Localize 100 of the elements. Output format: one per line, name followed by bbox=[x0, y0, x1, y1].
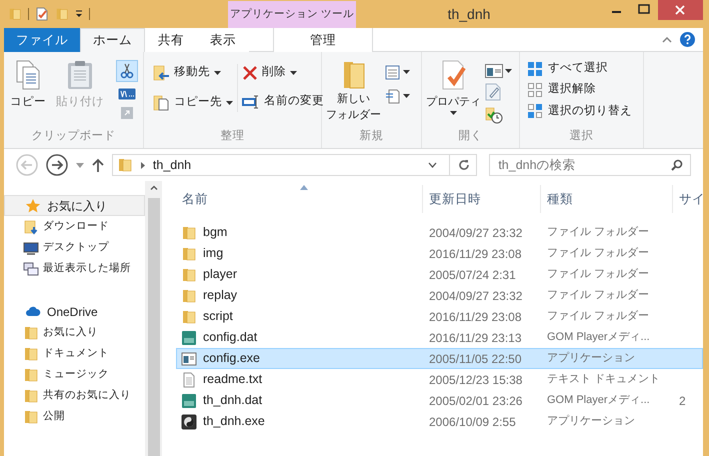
file-type: GOM Playerメディ... bbox=[546, 393, 651, 408]
star-icon bbox=[25, 198, 41, 214]
select-option-button[interactable]: 選択解除 bbox=[528, 81, 635, 98]
scroll-up-icon[interactable] bbox=[150, 185, 158, 190]
context-tab-header: アプリケーション ツール bbox=[228, 1, 356, 28]
file-type: アプリケーション bbox=[546, 414, 636, 430]
file-type: GOM Playerメディ... bbox=[546, 330, 651, 346]
ribbon-tab[interactable]: 管理 bbox=[273, 28, 373, 52]
new-item-icon[interactable] bbox=[385, 64, 401, 80]
properties-button[interactable]: プロパティ bbox=[426, 60, 481, 114]
rename-button[interactable]: 名前の変更 bbox=[242, 93, 324, 110]
forward-icon[interactable] bbox=[46, 154, 68, 176]
history-icon[interactable] bbox=[485, 106, 503, 124]
file-row[interactable]: img 2016/11/29 23:08 ファイル フォルダー bbox=[176, 243, 703, 264]
folder-icon bbox=[23, 324, 39, 340]
up-arrow-icon[interactable] bbox=[92, 158, 104, 172]
copy-icon bbox=[16, 60, 40, 90]
text-file-icon bbox=[181, 372, 197, 388]
column-header[interactable]: 更新日時 bbox=[422, 185, 540, 213]
ribbon-tab[interactable]: ホーム bbox=[80, 28, 145, 52]
window-title: th_dnh bbox=[448, 4, 490, 24]
refresh-icon[interactable] bbox=[458, 159, 470, 171]
file-name: config.exe bbox=[203, 350, 260, 368]
modified-date: 2005/07/24 2:31 bbox=[428, 266, 517, 284]
new-folder-icon bbox=[55, 7, 69, 21]
help-icon[interactable] bbox=[680, 32, 695, 47]
folder-icon bbox=[116, 157, 133, 173]
modified-date: 2005/02/01 23:26 bbox=[428, 392, 524, 410]
file-name: replay bbox=[203, 287, 238, 304]
address-bar[interactable]: th_dnh bbox=[112, 154, 478, 176]
caret-icon bbox=[505, 69, 512, 73]
navigation-item[interactable]: デスクトップ bbox=[4, 237, 145, 258]
folder-icon bbox=[181, 288, 197, 304]
search-icon bbox=[671, 159, 683, 171]
window-icon[interactable] bbox=[485, 64, 503, 78]
delete-button[interactable]: 削除 bbox=[242, 64, 324, 82]
navigation-item[interactable]: お気に入り bbox=[4, 195, 145, 216]
navigation-item[interactable]: ドキュメント bbox=[4, 343, 145, 364]
file-row[interactable]: bgm 2004/09/27 23:32 ファイル フォルダー bbox=[176, 222, 703, 243]
copy-button[interactable]: コピー bbox=[8, 60, 48, 112]
folder-icon bbox=[23, 346, 39, 362]
file-row[interactable]: player 2005/07/24 2:31 ファイル フォルダー bbox=[176, 264, 703, 285]
recent-places-icon bbox=[23, 260, 39, 276]
edit-icon[interactable] bbox=[485, 83, 501, 101]
grid-icon bbox=[528, 82, 542, 97]
scrollbar-thumb[interactable] bbox=[148, 198, 160, 456]
dropdown-caret-icon[interactable] bbox=[428, 162, 438, 168]
caret-icon bbox=[226, 101, 233, 105]
folder-icon bbox=[8, 7, 22, 21]
file-name: readme.txt bbox=[203, 371, 262, 388]
file-row[interactable]: replay 2004/09/27 23:32 ファイル フォルダー bbox=[176, 285, 703, 306]
group-label: 新規 bbox=[358, 128, 384, 144]
navigation-item[interactable]: 共有のお気に入り bbox=[4, 385, 145, 406]
ribbon-tab[interactable]: ファイル bbox=[4, 28, 80, 52]
path-segment[interactable]: th_dnh bbox=[152, 156, 192, 174]
scissors-icon[interactable] bbox=[116, 60, 138, 82]
copy-folder-icon bbox=[152, 94, 170, 112]
navigation-item[interactable]: ダウンロード bbox=[4, 216, 145, 237]
group-label: 開く bbox=[458, 128, 484, 144]
file-name: img bbox=[203, 245, 224, 262]
search-field[interactable]: th_dnhの検索 bbox=[489, 154, 691, 176]
navigation-item[interactable]: OneDrive bbox=[4, 301, 145, 322]
collapse-ribbon-icon[interactable] bbox=[662, 36, 672, 42]
folder-icon bbox=[23, 408, 39, 424]
easy-access-icon[interactable] bbox=[385, 88, 401, 104]
file-row[interactable]: th_dnh.exe 2006/10/09 2:55 アプリケーション bbox=[176, 411, 703, 432]
properties-icon[interactable] bbox=[35, 7, 49, 21]
file-row[interactable]: readme.txt 2005/12/23 15:38 テキスト ドキュメント bbox=[176, 369, 703, 390]
navigation-item[interactable]: お気に入り bbox=[4, 322, 145, 343]
new-folder-button[interactable]: 新しい フォルダー bbox=[326, 60, 381, 122]
column-header[interactable]: 名前 bbox=[176, 185, 422, 213]
copy-path-icon[interactable] bbox=[118, 88, 136, 100]
file-row[interactable]: th_dnh.dat 2005/02/01 23:26 GOM Playerメディ... 2 bbox=[176, 390, 703, 411]
file-row[interactable]: config.dat 2016/11/29 23:13 GOM Playerメディ... bbox=[176, 327, 703, 348]
scrollbar[interactable] bbox=[145, 181, 162, 456]
file-row[interactable]: script 2016/11/29 23:08 ファイル フォルダー bbox=[176, 306, 703, 327]
download-folder-icon bbox=[23, 218, 39, 234]
file-type: ファイル フォルダー bbox=[546, 288, 650, 304]
navigation-item[interactable]: 公開 bbox=[4, 406, 145, 427]
file-name: th_dnh.dat bbox=[203, 392, 262, 410]
navigation-item[interactable]: 最近表示した場所 bbox=[4, 258, 145, 279]
close-icon[interactable] bbox=[658, 0, 703, 20]
column-header[interactable]: 種類 bbox=[540, 185, 672, 213]
caret-icon bbox=[403, 70, 410, 74]
copy-to-button[interactable]: コピー先 bbox=[152, 94, 233, 112]
column-header[interactable]: サイ bbox=[672, 185, 703, 213]
dat-file-icon bbox=[181, 330, 197, 346]
select-option-button[interactable]: すべて選択 bbox=[528, 60, 635, 78]
select-option-button[interactable]: 選択の切り替え bbox=[528, 102, 635, 120]
caret-icon bbox=[450, 110, 457, 114]
recent-locations-caret-icon[interactable] bbox=[76, 162, 84, 168]
navigation-item[interactable]: ミュージック bbox=[4, 364, 145, 385]
modified-date: 2016/11/29 23:08 bbox=[428, 308, 523, 326]
dropdown-icon[interactable] bbox=[75, 10, 83, 18]
chevron-icon bbox=[140, 162, 145, 168]
file-name: config.dat bbox=[203, 329, 258, 346]
file-row[interactable]: config.exe 2005/11/05 22:50 アプリケーション bbox=[176, 348, 703, 369]
move-to-button[interactable]: 移動先 bbox=[152, 64, 233, 82]
file-type: ファイル フォルダー bbox=[546, 225, 650, 240]
caret-icon bbox=[214, 71, 221, 75]
